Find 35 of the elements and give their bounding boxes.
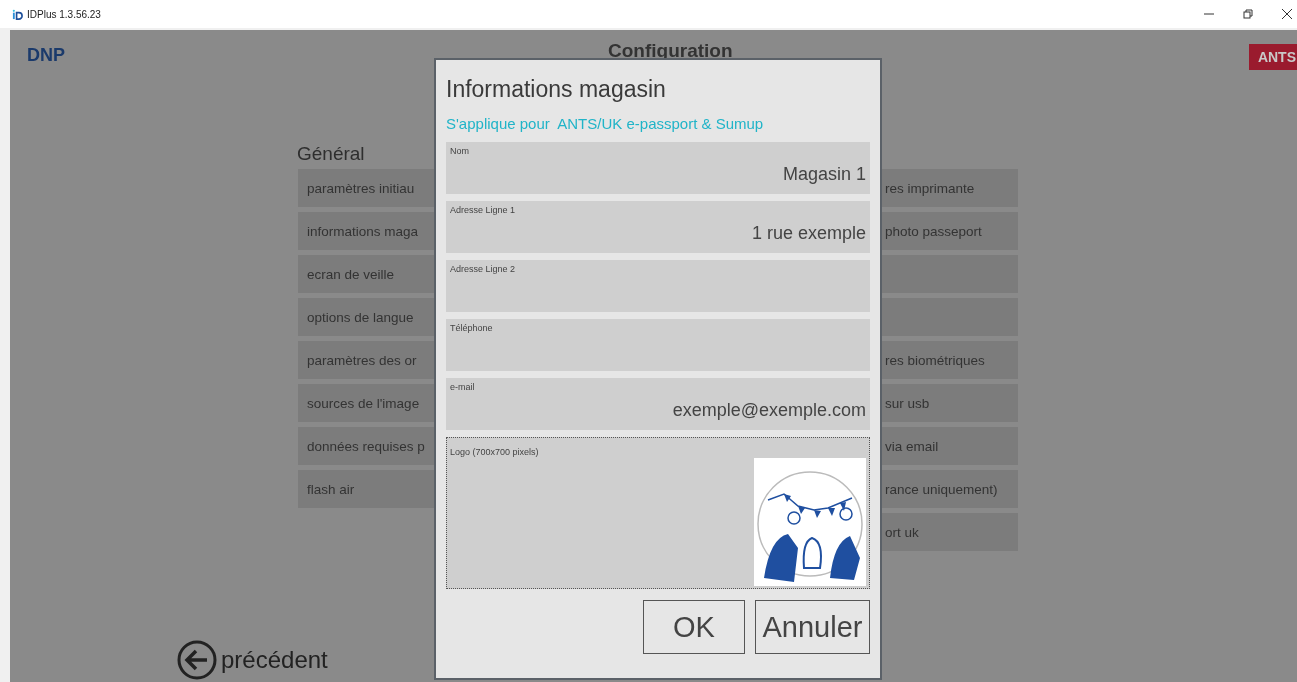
menu-item[interactable]: via email	[882, 427, 1018, 465]
menu-item[interactable]: informations maga	[298, 212, 434, 250]
menu-item[interactable]: ecran de veille	[298, 255, 434, 293]
menu-item[interactable]: paramètres des or	[298, 341, 434, 379]
menu-item[interactable]: sources de l'image	[298, 384, 434, 422]
input-field[interactable]: Nom Magasin 1	[446, 142, 870, 194]
brand-logo: DNP	[27, 45, 65, 66]
menu-item[interactable]: photo passeport	[882, 212, 1018, 250]
menu-item[interactable]: rance uniquement)	[882, 470, 1018, 508]
restore-icon[interactable]	[1243, 9, 1253, 19]
dialog-title: Informations magasin	[446, 76, 667, 103]
dialog-subtitle: S'applique pour ANTS/UK e-passport & Sumup	[446, 115, 765, 132]
menu-item[interactable]: res biométriques	[882, 341, 1018, 379]
menu-item[interactable]: flash air	[298, 470, 434, 508]
ok-button[interactable]: OK	[643, 600, 745, 654]
app-icon	[12, 8, 23, 20]
input-field[interactable]: e-mail exemple@exemple.com	[446, 378, 870, 430]
input-field[interactable]: Adresse Ligne 1 1 rue exemple	[446, 201, 870, 253]
menu-item[interactable]: res imprimante	[882, 169, 1018, 207]
menu-item[interactable]: options de langue	[298, 298, 434, 336]
window-title: IDPlus 1.3.56.23	[27, 8, 101, 20]
menu-item[interactable]: paramètres initiau	[298, 169, 434, 207]
input-field[interactable]: Adresse Ligne 2	[446, 260, 870, 312]
menu-item[interactable]: ort uk	[882, 513, 1018, 551]
close-icon[interactable]	[1282, 9, 1292, 19]
logo-label: Logo (700x700 pixels)	[450, 447, 539, 457]
menu-item[interactable]: données requises p	[298, 427, 434, 465]
mode-badge: ANTS	[1248, 44, 1297, 70]
cancel-button[interactable]: Annuler	[755, 600, 870, 654]
section-title: Général	[297, 143, 365, 166]
menu-item[interactable]: sur usb	[882, 384, 1018, 422]
page-title: Configuration	[608, 40, 733, 62]
logo-drop-area[interactable]: Logo (700x700 pixels)	[446, 437, 870, 589]
back-link[interactable]: précédent	[221, 646, 328, 674]
input-field[interactable]: Téléphone	[446, 319, 870, 371]
